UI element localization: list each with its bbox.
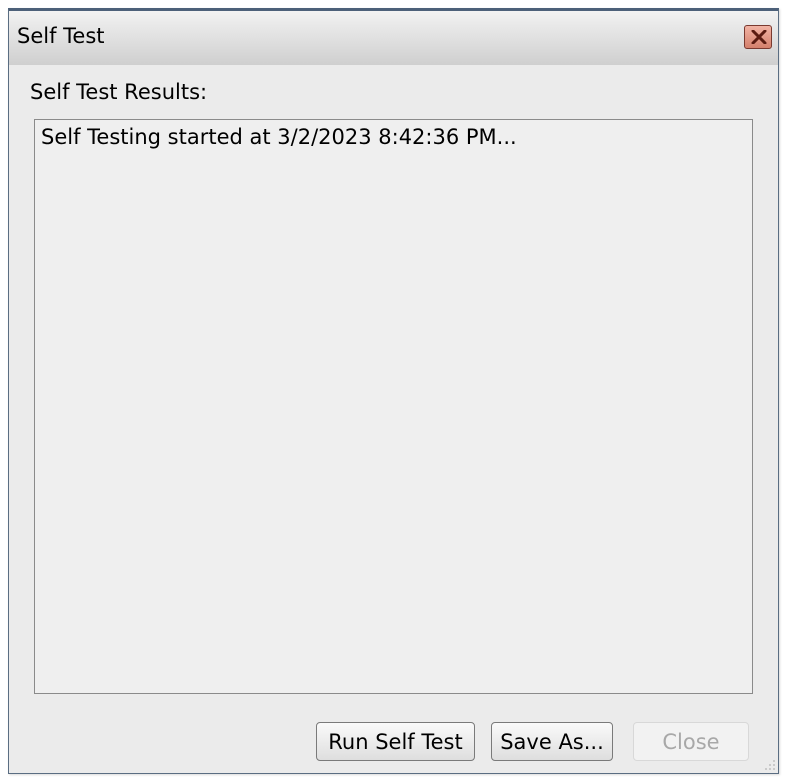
- run-self-test-button[interactable]: Run Self Test: [316, 722, 475, 761]
- results-textarea[interactable]: Self Testing started at 3/2/2023 8:42:36…: [34, 119, 753, 694]
- results-text: Self Testing started at 3/2/2023 8:42:36…: [41, 125, 517, 149]
- resize-grip-icon[interactable]: [764, 759, 776, 771]
- close-button[interactable]: Close: [633, 722, 749, 761]
- save-as-button[interactable]: Save As...: [491, 722, 613, 761]
- self-test-window: Self Test Self Test Results: Self Testin…: [8, 8, 779, 774]
- window-title: Self Test: [17, 24, 105, 48]
- window-close-button[interactable]: [744, 25, 772, 49]
- title-bar[interactable]: Self Test: [9, 11, 778, 66]
- close-icon: [751, 30, 767, 44]
- dialog-content: Self Test Results: Self Testing started …: [9, 65, 778, 773]
- results-label: Self Test Results:: [30, 80, 208, 104]
